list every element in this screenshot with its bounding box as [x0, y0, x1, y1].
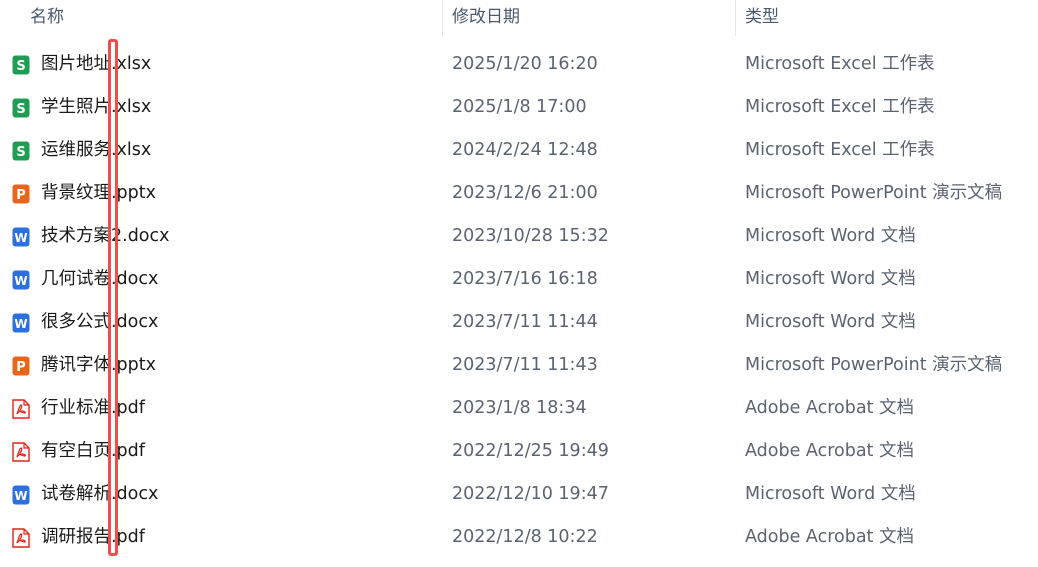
pdf-icon: [12, 442, 30, 462]
file-name: 行业标准.pdf: [41, 398, 145, 418]
file-modified-date: 2025/1/20 16:20: [452, 54, 598, 74]
file-name: 很多公式.docx: [41, 312, 159, 332]
file-name: 图片地址.xlsx: [41, 54, 152, 74]
pdf-icon: [12, 528, 30, 548]
word-icon: W: [12, 270, 30, 290]
svg-text:W: W: [14, 274, 27, 288]
file-row[interactable]: W 试卷解析.docx 2022/12/10 19:47 Microsoft Word…: [0, 473, 1038, 516]
powerpoint-icon: P: [12, 356, 30, 376]
file-modified-date: 2024/2/24 12:48: [452, 140, 598, 160]
file-type: Microsoft Excel 工作表: [745, 54, 935, 74]
column-header-name[interactable]: 名称: [30, 0, 430, 36]
file-row[interactable]: 有空白页.pdf 2022/12/25 19:49 Adobe Acrobat 文档: [0, 430, 1038, 473]
file-type: Microsoft Excel 工作表: [745, 97, 935, 117]
file-name: 调研报告.pdf: [41, 527, 145, 547]
file-name: 运维服务.xlsx: [41, 140, 152, 160]
svg-text:S: S: [16, 59, 25, 74]
svg-text:W: W: [14, 231, 27, 245]
highlight-annotation: [108, 39, 118, 556]
file-modified-date: 2023/7/11 11:44: [452, 312, 598, 332]
svg-text:P: P: [16, 188, 26, 203]
file-type: Adobe Acrobat 文档: [745, 398, 914, 418]
column-header: 名称 ^ 修改日期 类型: [0, 0, 1038, 36]
file-row[interactable]: W 技术方案2.docx 2023/10/28 15:32 Microsoft Wor…: [0, 215, 1038, 258]
file-row[interactable]: P 背景纹理.pptx 2023/12/6 21:00 Microsoft Power…: [0, 172, 1038, 215]
file-row[interactable]: 行业标准.pdf 2023/1/8 18:34 Adobe Acrobat 文档: [0, 387, 1038, 430]
file-name: 学生照片.xlsx: [41, 97, 152, 117]
word-icon: W: [12, 227, 30, 247]
file-row[interactable]: P 腾讯字体.pptx 2023/7/11 11:43 Microsoft Power…: [0, 344, 1038, 387]
file-modified-date: 2022/12/25 19:49: [452, 441, 609, 461]
file-row[interactable]: W 几何试卷.docx 2023/7/16 16:18 Microsoft Word …: [0, 258, 1038, 301]
file-modified-date: 2023/1/8 18:34: [452, 398, 587, 418]
svg-text:W: W: [14, 489, 27, 503]
file-modified-date: 2023/10/28 15:32: [452, 226, 609, 246]
excel-icon: S: [12, 55, 30, 75]
column-header-type[interactable]: 类型: [745, 0, 1025, 36]
file-modified-date: 2022/12/8 10:22: [452, 527, 598, 547]
file-rows: S 图片地址.xlsx 2025/1/20 16:20 Microsoft Excel…: [0, 43, 1038, 559]
column-divider[interactable]: [442, 0, 443, 36]
file-type: Microsoft Word 文档: [745, 226, 916, 246]
file-type: Adobe Acrobat 文档: [745, 441, 914, 461]
file-list: 名称 ^ 修改日期 类型 S 图片地址.xlsx 2025/1/20 16:20 Mi…: [0, 0, 1038, 567]
file-row[interactable]: S 学生照片.xlsx 2025/1/8 17:00 Microsoft Excel …: [0, 86, 1038, 129]
file-row[interactable]: S 运维服务.xlsx 2024/2/24 12:48 Microsoft Excel…: [0, 129, 1038, 172]
svg-text:S: S: [16, 102, 25, 117]
file-name: 背景纹理.pptx: [41, 183, 156, 203]
file-modified-date: 2022/12/10 19:47: [452, 484, 609, 504]
file-type: Microsoft Word 文档: [745, 484, 916, 504]
file-modified-date: 2025/1/8 17:00: [452, 97, 587, 117]
file-row[interactable]: W 很多公式.docx 2023/7/11 11:44 Microsoft Word …: [0, 301, 1038, 344]
file-type: Microsoft Word 文档: [745, 269, 916, 289]
file-name: 腾讯字体.pptx: [41, 355, 156, 375]
column-header-date[interactable]: 修改日期: [452, 0, 722, 36]
file-type: Microsoft Excel 工作表: [745, 140, 935, 160]
powerpoint-icon: P: [12, 184, 30, 204]
file-type: Microsoft PowerPoint 演示文稿: [745, 355, 1003, 375]
file-name: 试卷解析.docx: [41, 484, 159, 504]
file-type: Microsoft PowerPoint 演示文稿: [745, 183, 1003, 203]
column-divider[interactable]: [735, 0, 736, 36]
file-name: 技术方案2.docx: [41, 226, 170, 246]
file-name: 几何试卷.docx: [41, 269, 159, 289]
svg-text:P: P: [16, 360, 26, 375]
file-name: 有空白页.pdf: [41, 441, 145, 461]
file-type: Adobe Acrobat 文档: [745, 527, 914, 547]
svg-text:S: S: [16, 145, 25, 160]
file-row[interactable]: S 图片地址.xlsx 2025/1/20 16:20 Microsoft Excel…: [0, 43, 1038, 86]
file-row[interactable]: 调研报告.pdf 2022/12/8 10:22 Adobe Acrobat 文档: [0, 516, 1038, 559]
word-icon: W: [12, 485, 30, 505]
svg-text:W: W: [14, 317, 27, 331]
file-modified-date: 2023/7/16 16:18: [452, 269, 598, 289]
pdf-icon: [12, 399, 30, 419]
file-modified-date: 2023/7/11 11:43: [452, 355, 598, 375]
file-modified-date: 2023/12/6 21:00: [452, 183, 598, 203]
excel-icon: S: [12, 141, 30, 161]
word-icon: W: [12, 313, 30, 333]
file-type: Microsoft Word 文档: [745, 312, 916, 332]
excel-icon: S: [12, 98, 30, 118]
